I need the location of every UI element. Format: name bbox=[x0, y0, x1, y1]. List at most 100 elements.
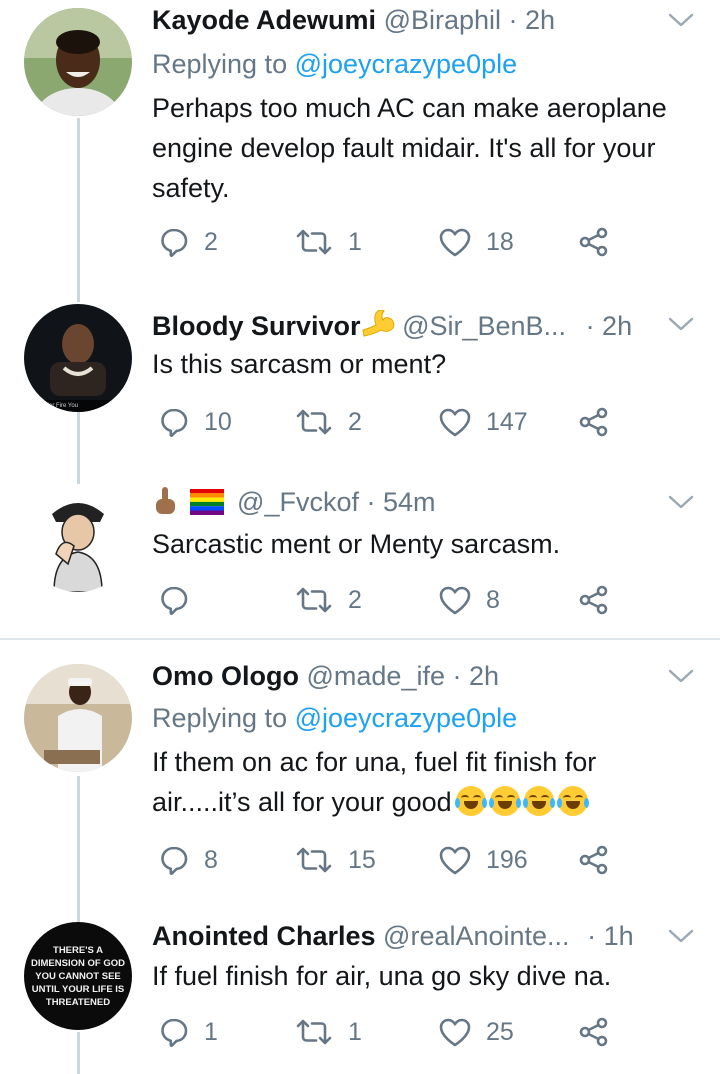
avatar[interactable]: Thunder Fire You bbox=[24, 304, 132, 412]
tweet-header: @_Fvckof · 54m bbox=[152, 482, 660, 522]
retweet-button[interactable]: 2 bbox=[294, 580, 362, 620]
replying-to-handle[interactable]: @joeycrazype0ple bbox=[295, 703, 518, 733]
timestamp[interactable]: · 2h bbox=[453, 661, 500, 691]
tweet-text: Perhaps too much AC can make aeroplane e… bbox=[152, 93, 667, 203]
retweet-icon bbox=[294, 407, 334, 437]
user-handle[interactable]: @Biraphil bbox=[384, 5, 501, 35]
rainbow-flag-emoji bbox=[189, 489, 224, 515]
share-icon bbox=[578, 844, 610, 876]
timestamp[interactable]: · 2h bbox=[509, 5, 556, 35]
retweet-count: 15 bbox=[348, 845, 376, 874]
reply-count: 10 bbox=[204, 407, 232, 436]
like-button[interactable]: 8 bbox=[438, 580, 500, 620]
share-button[interactable] bbox=[578, 402, 610, 442]
tweet-header: Bloody Survivor @Sir_BenB... · 2h bbox=[152, 306, 660, 346]
retweet-icon bbox=[294, 845, 334, 875]
display-name[interactable]: Bloody Survivor bbox=[152, 311, 361, 341]
reply-count: 8 bbox=[204, 845, 218, 874]
face-with-tears-of-joy-emoji bbox=[454, 786, 487, 816]
middle-finger-emoji bbox=[156, 487, 175, 514]
share-button[interactable] bbox=[578, 840, 610, 880]
avatar[interactable] bbox=[24, 8, 132, 116]
heart-icon bbox=[438, 407, 472, 437]
reply-bubble-icon bbox=[158, 406, 190, 438]
thread-line bbox=[77, 776, 80, 916]
like-button[interactable]: 147 bbox=[438, 402, 528, 442]
retweet-button[interactable]: 15 bbox=[294, 840, 376, 880]
chevron-down-icon[interactable] bbox=[668, 926, 694, 946]
tweet[interactable]: Omo Ologo @made_ife · 2h Replying to @jo… bbox=[0, 640, 720, 916]
timestamp[interactable]: · 1h bbox=[587, 921, 634, 951]
user-handle[interactable]: @Sir_BenB... bbox=[402, 311, 566, 341]
share-button[interactable] bbox=[578, 1012, 610, 1052]
like-button[interactable]: 25 bbox=[438, 1012, 514, 1052]
share-icon bbox=[578, 584, 610, 616]
reply-button[interactable]: 10 bbox=[158, 402, 232, 442]
replying-to-label: Replying to bbox=[152, 703, 295, 733]
user-handle[interactable]: @made_ife bbox=[307, 661, 445, 691]
avatar-text-line: THREATENED bbox=[46, 997, 110, 1008]
tweet[interactable]: @_Fvckof · 54m Sarcastic ment or Menty s… bbox=[0, 480, 720, 638]
flexed-biceps-emoji bbox=[361, 309, 394, 337]
tweet[interactable]: Thunder Fire You Bloody Survivor @Sir_Be… bbox=[0, 290, 720, 480]
display-name[interactable]: Omo Ologo bbox=[152, 661, 299, 691]
display-name[interactable]: Kayode Adewumi bbox=[152, 5, 376, 35]
share-icon bbox=[578, 1016, 610, 1048]
avatar-text-line: THERE'S A bbox=[53, 945, 103, 956]
replying-to-handle[interactable]: @joeycrazype0ple bbox=[295, 49, 518, 79]
chevron-down-icon[interactable] bbox=[668, 314, 694, 334]
user-handle[interactable]: @_Fvckof bbox=[237, 487, 359, 517]
avatar[interactable] bbox=[24, 484, 132, 592]
avatar-caption: Thunder Fire You bbox=[32, 403, 78, 409]
reply-button[interactable]: 8 bbox=[158, 840, 218, 880]
heart-icon bbox=[438, 845, 472, 875]
replying-to: Replying to @joeycrazype0ple bbox=[152, 698, 517, 738]
retweet-button[interactable]: 2 bbox=[294, 402, 362, 442]
reply-count: 1 bbox=[204, 1017, 218, 1046]
tweet-text: If fuel finish for air, una go sky dive … bbox=[152, 961, 612, 991]
reply-button[interactable]: 2 bbox=[158, 222, 218, 262]
thread-line bbox=[77, 1032, 80, 1074]
retweet-button[interactable]: 1 bbox=[294, 222, 362, 262]
tweet-header: Kayode Adewumi @Biraphil · 2h bbox=[152, 0, 660, 40]
chevron-down-icon[interactable] bbox=[668, 10, 694, 30]
reply-button[interactable]: 1 bbox=[158, 1012, 218, 1052]
avatar[interactable] bbox=[24, 664, 132, 772]
chevron-down-icon[interactable] bbox=[668, 666, 694, 686]
tweet-header: Anointed Charles @realAnointe... · 1h bbox=[152, 916, 660, 956]
retweet-icon bbox=[294, 585, 334, 615]
tweet-actions: 10 2 147 bbox=[152, 402, 632, 442]
like-count: 18 bbox=[486, 227, 514, 256]
user-handle[interactable]: @realAnointe... bbox=[383, 921, 570, 951]
display-name[interactable]: Anointed Charles bbox=[152, 921, 376, 951]
tweet-text: Is this sarcasm or ment? bbox=[152, 349, 447, 379]
timestamp[interactable]: · 2h bbox=[586, 311, 633, 341]
share-icon bbox=[578, 226, 610, 258]
retweet-count: 2 bbox=[348, 585, 362, 614]
avatar-text-line: YOU CANNOT SEE bbox=[35, 971, 121, 982]
tweet-header: Omo Ologo @made_ife · 2h bbox=[152, 656, 660, 696]
thread-line bbox=[77, 118, 80, 290]
reply-bubble-icon bbox=[158, 844, 190, 876]
tweet-actions: 2 1 18 bbox=[152, 222, 632, 262]
share-button[interactable] bbox=[578, 580, 610, 620]
like-count: 196 bbox=[486, 845, 528, 874]
avatar[interactable]: THERE'S A DIMENSION OF GOD YOU CANNOT SE… bbox=[24, 922, 132, 1030]
tweet[interactable]: Kayode Adewumi @Biraphil · 2h Replying t… bbox=[0, 0, 720, 290]
reply-button[interactable] bbox=[158, 580, 204, 620]
tweet-actions: 2 8 bbox=[152, 580, 632, 620]
like-button[interactable]: 196 bbox=[438, 840, 528, 880]
tweet-text: Sarcastic ment or Menty sarcasm. bbox=[152, 529, 561, 559]
reply-bubble-icon bbox=[158, 226, 190, 258]
tweet-actions: 1 1 25 bbox=[152, 1012, 632, 1052]
timestamp[interactable]: · 54m bbox=[366, 487, 435, 517]
chevron-down-icon[interactable] bbox=[668, 492, 694, 512]
tweet[interactable]: THERE'S A DIMENSION OF GOD YOU CANNOT SE… bbox=[0, 916, 720, 1074]
like-button[interactable]: 18 bbox=[438, 222, 514, 262]
retweet-count: 2 bbox=[348, 407, 362, 436]
share-button[interactable] bbox=[578, 222, 610, 262]
thread-line bbox=[77, 412, 80, 480]
face-with-tears-of-joy-emoji bbox=[556, 786, 589, 816]
avatar-text-line: UNTIL YOUR LIFE IS bbox=[32, 984, 125, 995]
retweet-button[interactable]: 1 bbox=[294, 1012, 362, 1052]
